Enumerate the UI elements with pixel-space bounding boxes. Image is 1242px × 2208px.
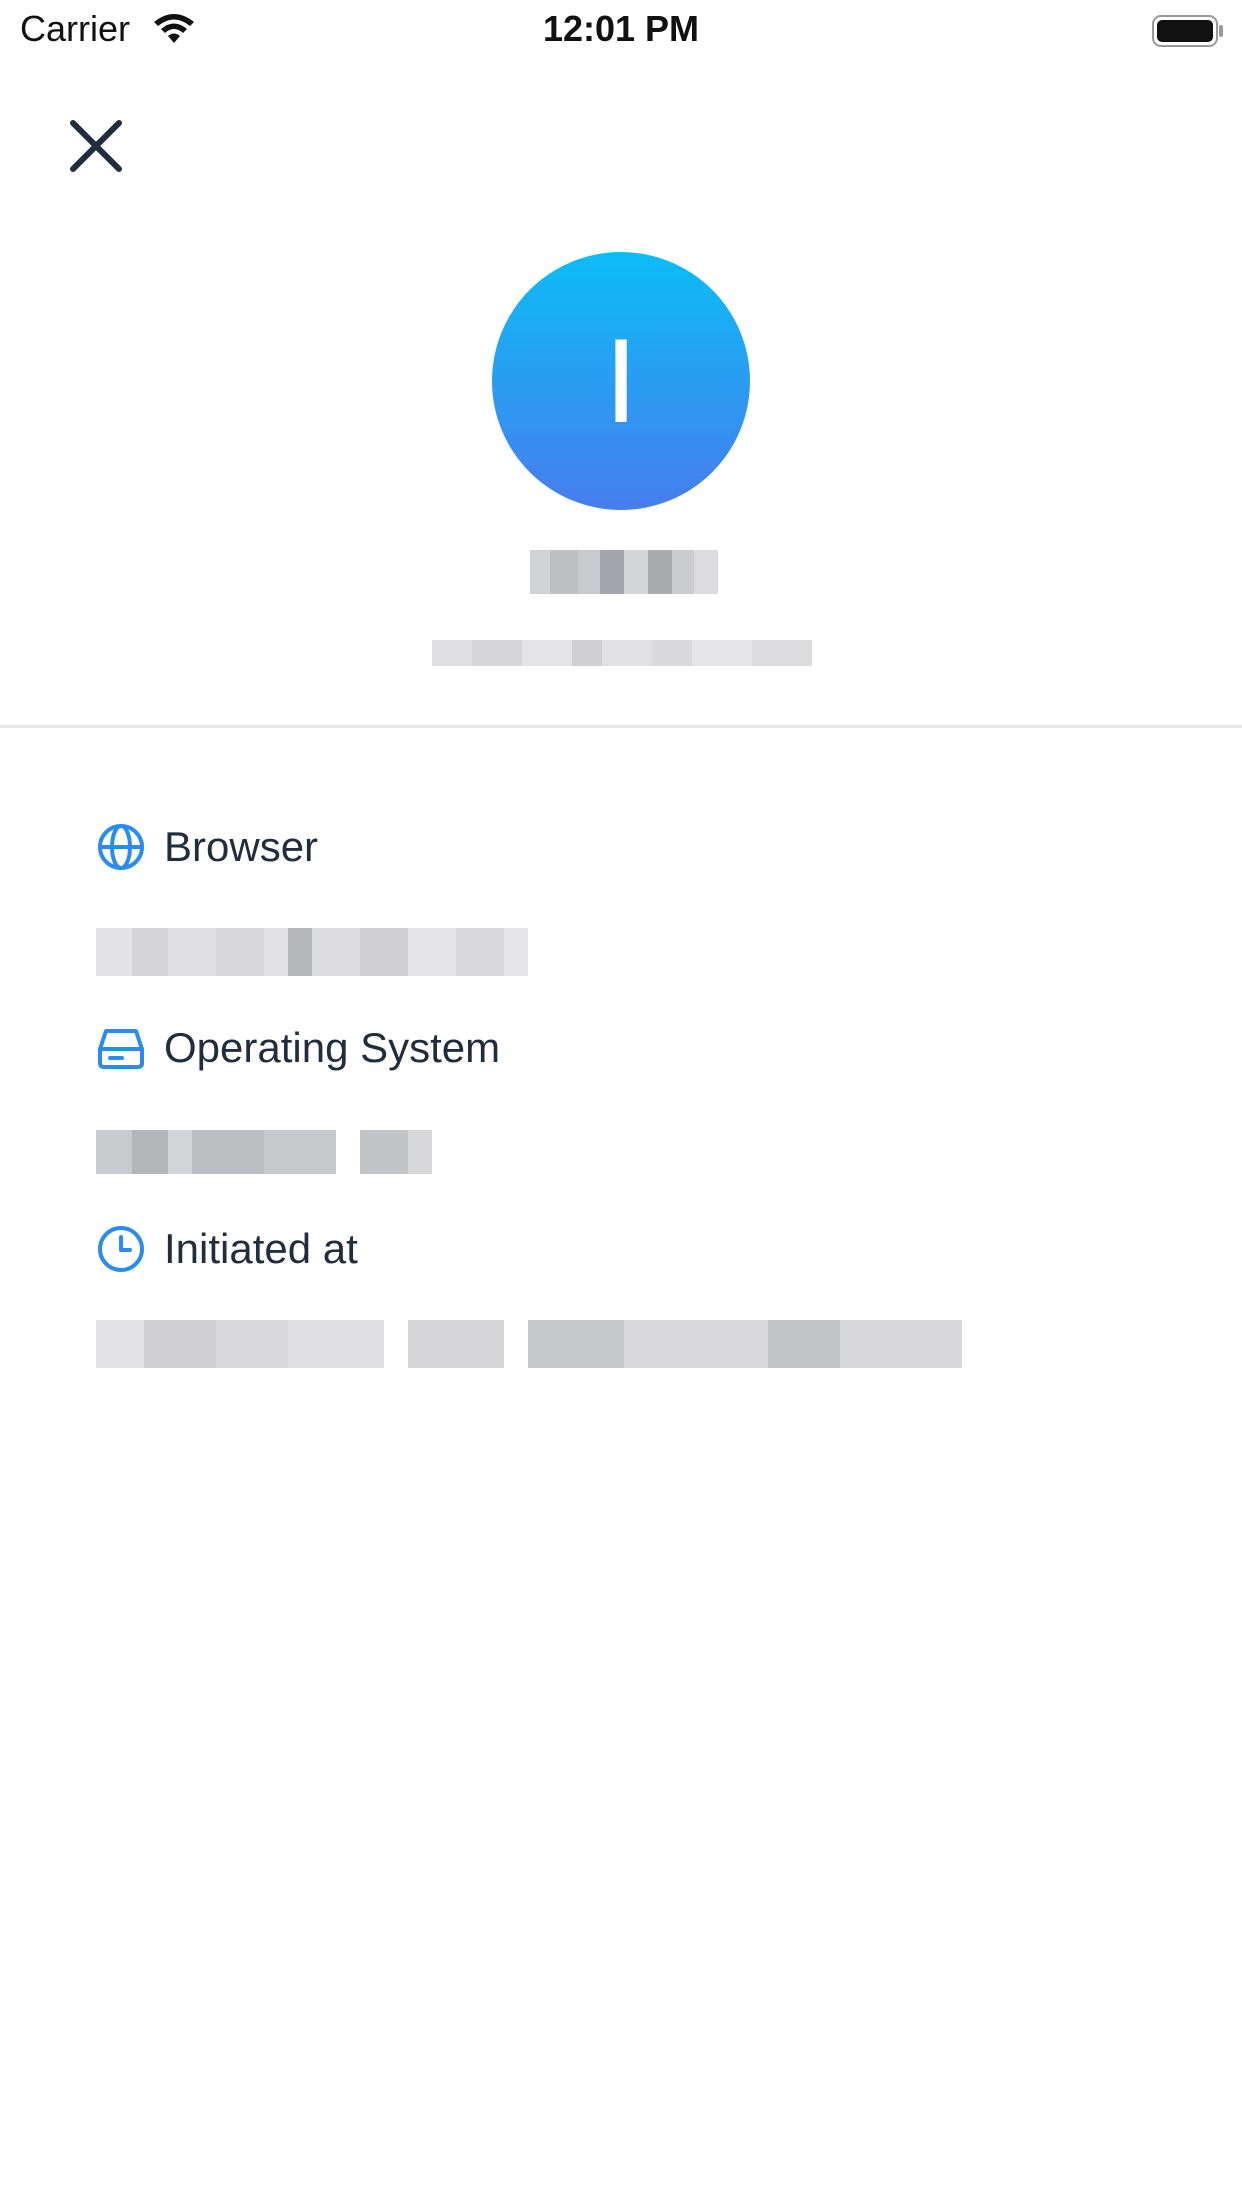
clock-icon	[98, 1226, 144, 1272]
initiated-label: Initiated at	[164, 1225, 358, 1272]
close-button[interactable]	[56, 106, 136, 186]
user-name-redacted	[530, 550, 718, 594]
initiated-label-row: Initiated at	[96, 1224, 358, 1274]
browser-value-redacted	[96, 928, 528, 976]
hard-drive-icon	[98, 1029, 144, 1069]
browser-label: Browser	[164, 823, 319, 870]
user-email-redacted	[432, 640, 812, 666]
initiated-value-redacted	[96, 1320, 962, 1368]
battery-icon	[1152, 15, 1223, 47]
os-label: Operating System	[164, 1024, 501, 1071]
close-icon	[70, 120, 122, 172]
os-label-row: Operating System	[96, 1023, 500, 1073]
avatar-initial: I	[604, 314, 638, 448]
divider	[0, 725, 1242, 728]
globe-icon	[98, 824, 144, 870]
status-bar: Carrier 12:01 PM	[0, 0, 1242, 60]
browser-label-row: Browser	[96, 822, 318, 872]
os-value-redacted	[96, 1130, 432, 1174]
avatar: I	[492, 252, 750, 510]
status-time: 12:01 PM	[542, 8, 700, 49]
